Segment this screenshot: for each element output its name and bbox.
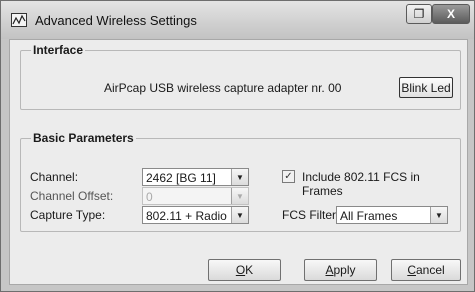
capture-type-select[interactable]: 802.11 + Radio ▼ (142, 206, 249, 224)
dialog-window: Advanced Wireless Settings ❐ X Interface… (0, 0, 475, 292)
basic-parameters-legend: Basic Parameters (31, 131, 136, 145)
fcs-filter-label: FCS Filter: (282, 208, 340, 222)
capture-type-label: Capture Type: (30, 208, 106, 222)
channel-offset-select[interactable]: 0 ▼ (142, 187, 249, 205)
include-fcs-label: Include 802.11 FCS in Frames (302, 170, 420, 198)
restore-button[interactable]: ❐ (406, 4, 432, 24)
capture-type-value: 802.11 + Radio (146, 209, 227, 223)
interface-group: Interface AirPcap USB wireless capture a… (20, 43, 461, 110)
cancel-button[interactable]: Cancel (391, 259, 461, 281)
channel-offset-value: 0 (146, 190, 153, 204)
close-button[interactable]: X (432, 4, 470, 24)
ok-mnemonic: O (235, 263, 246, 277)
adapter-name: AirPcap USB wireless capture adapter nr.… (104, 81, 342, 95)
apply-label-rest: pply (333, 263, 356, 277)
ok-button[interactable]: OK (208, 259, 281, 281)
window-title: Advanced Wireless Settings (35, 13, 197, 28)
dialog-client-area: Interface AirPcap USB wireless capture a… (9, 39, 468, 285)
ok-label-rest: K (245, 263, 254, 277)
basic-parameters-group: Basic Parameters Channel: 2462 [BG 11] ▼… (20, 131, 461, 232)
channel-offset-label: Channel Offset: (30, 189, 114, 203)
channel-select[interactable]: 2462 [BG 11] ▼ (142, 168, 249, 186)
apply-button[interactable]: Apply (304, 259, 377, 281)
cancel-mnemonic: C (407, 263, 416, 277)
fcs-filter-select[interactable]: All Frames ▼ (336, 206, 448, 224)
channel-label: Channel: (30, 170, 79, 184)
chevron-down-icon[interactable]: ▼ (231, 169, 248, 185)
checkmark-icon: ✓ (284, 171, 293, 182)
title-bar[interactable]: Advanced Wireless Settings ❐ X (1, 1, 474, 39)
apply-mnemonic: A (325, 263, 334, 277)
chevron-down-icon[interactable]: ▼ (231, 188, 248, 204)
chevron-down-icon[interactable]: ▼ (231, 207, 248, 223)
channel-value: 2462 [BG 11] (146, 171, 216, 185)
fcs-filter-value: All Frames (340, 209, 398, 223)
include-fcs-checkbox[interactable]: ✓ (282, 170, 295, 183)
interface-legend: Interface (31, 43, 86, 57)
blink-led-button[interactable]: Blink Led (399, 77, 453, 98)
chevron-down-icon[interactable]: ▼ (430, 207, 447, 223)
cancel-label-rest: ancel (415, 263, 445, 277)
app-icon (11, 13, 27, 27)
